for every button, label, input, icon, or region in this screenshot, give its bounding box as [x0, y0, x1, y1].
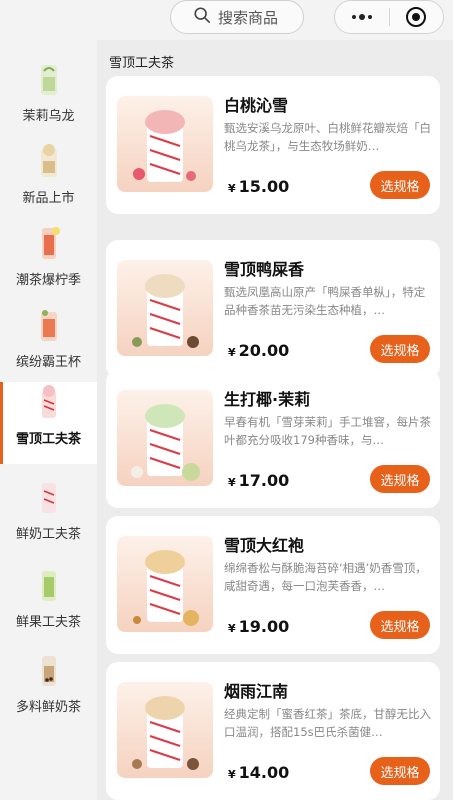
more-button[interactable]: [335, 1, 389, 33]
sidebar-item-label: 新品上市: [22, 191, 75, 206]
product-card[interactable]: 白桃沁雪 甄选安溪乌龙原叶、白桃鲜花瓣炭焙「白桃乌龙茶」，与生态牧场鲜奶… ¥1…: [106, 76, 440, 214]
product-card[interactable]: 烟雨江南 经典定制「蜜香红茶」茶底，甘醇无比入口温润，搭配15s巴氏杀菌健… ¥…: [106, 662, 440, 800]
price-value: 14.00: [238, 763, 290, 782]
category-thumbnail: [32, 565, 66, 605]
product-image: [117, 536, 213, 632]
category-thumbnail: [32, 305, 66, 345]
sidebar-item-label: 多料鲜奶茶: [15, 700, 81, 715]
product-description: 早春有机「雪芽茉莉」手工堆窨，每片茶叶都充分吸收179种香味，与…: [224, 415, 431, 447]
product-card[interactable]: 雪顶鸭屎香 甄选凤凰高山原产「鸭屎香单枞」，特定品种香茶苗无污染生态种植，… ¥…: [106, 240, 440, 378]
product-image: [117, 96, 213, 192]
product-description: 甄选安溪乌龙原叶、白桃鲜花瓣炭焙「白桃乌龙茶」，与生态牧场鲜奶…: [224, 121, 431, 153]
product-price: ¥17.00: [228, 471, 289, 490]
sidebar-item[interactable]: 鲜奶工夫茶: [0, 477, 97, 559]
currency-symbol: ¥: [228, 182, 236, 195]
price-value: 15.00: [238, 177, 290, 196]
product-image: [117, 682, 213, 778]
product-description: 甄选凤凰高山原产「鸭屎香单枞」，特定品种香茶苗无污染生态种植，…: [224, 285, 426, 317]
product-price: ¥20.00: [228, 341, 289, 360]
category-thumbnail: [32, 59, 66, 99]
currency-symbol: ¥: [228, 346, 236, 359]
price-value: 19.00: [238, 617, 290, 636]
product-price: ¥19.00: [228, 617, 289, 636]
top-bar: 搜索商品: [0, 0, 453, 40]
search-placeholder: 搜索商品: [218, 8, 279, 27]
category-thumbnail: [32, 477, 66, 517]
product-card[interactable]: 生打椰·茉莉 早春有机「雪芽茉莉」手工堆窨，每片茶叶都充分吸收179种香味，与……: [106, 370, 440, 508]
section-title: 雪顶工夫茶: [109, 56, 175, 71]
sidebar-item-label: 鲜奶工夫茶: [15, 527, 81, 542]
product-price: ¥15.00: [228, 177, 289, 196]
category-thumbnail: [32, 382, 66, 422]
product-name: 雪顶鸭屎香: [224, 260, 305, 279]
product-name: 雪顶大红袍: [224, 536, 305, 555]
product-list: 雪顶工夫茶 白桃沁雪 甄选安溪乌龙原叶、白桃鲜花瓣炭焙「白桃乌龙茶」，与生态牧场…: [97, 40, 453, 800]
sidebar-item[interactable]: 新品上市: [0, 141, 97, 223]
category-sidebar: 茉莉乌龙 新品上市 潮茶爆柠季 缤纷霸王杯 雪顶工夫茶 鲜奶工夫茶 鲜果工夫茶 …: [0, 40, 97, 800]
sidebar-item-label: 茉莉乌龙: [22, 109, 75, 124]
price-value: 17.00: [238, 471, 290, 490]
select-spec-button[interactable]: 选规格: [370, 757, 430, 785]
currency-symbol: ¥: [228, 622, 236, 635]
sidebar-item-active[interactable]: 雪顶工夫茶: [0, 382, 97, 464]
product-description: 绵绵香松与酥脆海苔碎‘相遇’奶香雪顶，咸甜奇遇，每一口泡芙香香，…: [224, 561, 427, 593]
product-name: 烟雨江南: [224, 682, 289, 701]
search-icon: [193, 6, 211, 28]
currency-symbol: ¥: [228, 768, 236, 781]
sidebar-item[interactable]: 缤纷霸王杯: [0, 305, 97, 387]
sidebar-item[interactable]: 茉莉乌龙: [0, 59, 97, 141]
category-thumbnail: [32, 223, 66, 263]
sidebar-item-label: 缤纷霸王杯: [15, 355, 81, 370]
search-bar[interactable]: 搜索商品: [170, 0, 304, 34]
target-icon: [406, 7, 427, 27]
price-value: 20.00: [238, 341, 290, 360]
product-card[interactable]: 雪顶大红袍 绵绵香松与酥脆海苔碎‘相遇’奶香雪顶，咸甜奇遇，每一口泡芙香香，… …: [106, 516, 440, 654]
more-dots-icon: [351, 14, 372, 20]
product-description: 经典定制「蜜香红茶」茶底，甘醇无比入口温润，搭配15s巴氏杀菌健…: [224, 707, 431, 739]
product-image: [117, 260, 213, 356]
currency-symbol: ¥: [228, 476, 236, 489]
select-spec-button[interactable]: 选规格: [370, 335, 430, 363]
product-price: ¥14.00: [228, 763, 289, 782]
miniprogram-capsule: [334, 0, 444, 34]
category-thumbnail: [32, 141, 66, 181]
category-thumbnail: [32, 650, 66, 690]
sidebar-item-label: 雪顶工夫茶: [15, 432, 81, 447]
close-miniprogram-button[interactable]: [389, 1, 443, 33]
select-spec-button[interactable]: 选规格: [370, 611, 430, 639]
sidebar-item-label: 鲜果工夫茶: [15, 615, 81, 630]
select-spec-button[interactable]: 选规格: [370, 171, 430, 199]
product-image: [117, 390, 213, 486]
product-name: 白桃沁雪: [224, 96, 289, 115]
select-spec-button[interactable]: 选规格: [370, 465, 430, 493]
product-name: 生打椰·茉莉: [224, 390, 311, 409]
sidebar-item[interactable]: 鲜果工夫茶: [0, 565, 97, 647]
sidebar-item[interactable]: 多料鲜奶茶: [0, 650, 97, 732]
sidebar-item-label: 潮茶爆柠季: [15, 273, 81, 288]
sidebar-item[interactable]: 潮茶爆柠季: [0, 223, 97, 305]
